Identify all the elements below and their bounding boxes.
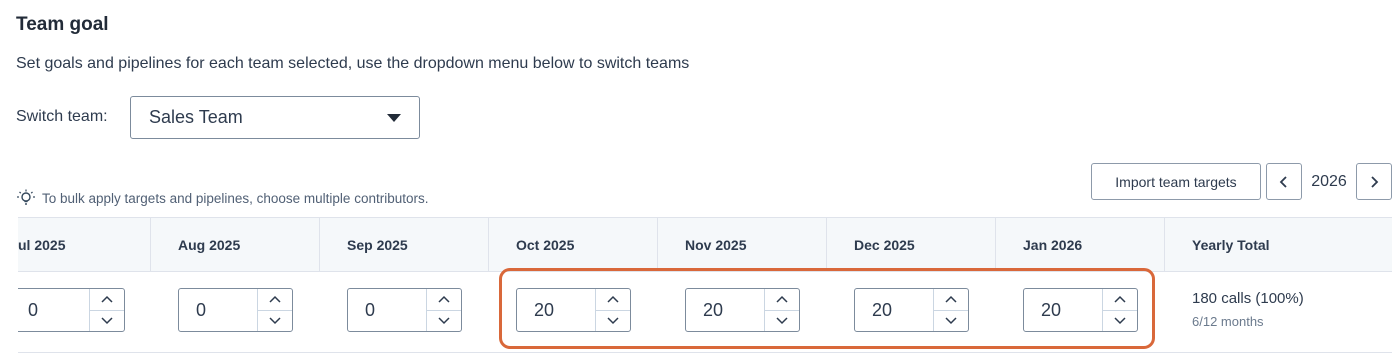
month-target-input[interactable]: 20 [1024, 289, 1102, 331]
column-header: Dec 2025 [827, 218, 996, 271]
decrement-button[interactable] [427, 309, 461, 332]
next-year-button[interactable] [1356, 163, 1392, 200]
month-target-stepper[interactable]: 0 [347, 288, 462, 332]
chevron-right-icon [1371, 175, 1379, 188]
chevron-down-icon [776, 317, 788, 324]
chevron-down-icon [101, 317, 113, 324]
stepper-arrows [933, 289, 968, 331]
increment-button[interactable] [1103, 289, 1137, 310]
page-subtitle: Set goals and pipelines for each team se… [16, 55, 690, 72]
month-target-stepper[interactable]: 20 [516, 288, 631, 332]
stepper-arrows [426, 289, 461, 331]
table-header-row: ul 2025 Aug 2025 Sep 2025 Oct 2025 Nov 2… [18, 218, 1392, 272]
chevron-up-icon [269, 296, 281, 303]
chevron-down-icon [607, 317, 619, 324]
column-header: Sep 2025 [320, 218, 489, 271]
yearly-total-months: 6/12 months [1192, 314, 1264, 329]
increment-button[interactable] [90, 289, 124, 310]
caret-down-icon [387, 113, 401, 122]
increment-button[interactable] [934, 289, 968, 310]
year-label: 2026 [1311, 172, 1347, 190]
goals-table: ul 2025 Aug 2025 Sep 2025 Oct 2025 Nov 2… [18, 217, 1392, 353]
month-target-input[interactable]: 20 [686, 289, 764, 331]
chevron-down-icon [945, 317, 957, 324]
month-target-input[interactable]: 0 [179, 289, 257, 331]
stepper-arrows [764, 289, 799, 331]
month-target-input[interactable]: 0 [348, 289, 426, 331]
chevron-down-icon [1114, 317, 1126, 324]
chevron-down-icon [269, 317, 281, 324]
chevron-up-icon [101, 296, 113, 303]
previous-year-button[interactable] [1266, 163, 1302, 200]
stepper-arrows [257, 289, 292, 331]
increment-button[interactable] [765, 289, 799, 310]
decrement-button[interactable] [90, 309, 124, 332]
column-header: Nov 2025 [658, 218, 827, 271]
increment-button[interactable] [258, 289, 292, 310]
month-target-stepper[interactable]: 20 [854, 288, 969, 332]
stepper-arrows [89, 289, 124, 331]
chevron-up-icon [945, 296, 957, 303]
month-target-stepper[interactable]: 0 [178, 288, 293, 332]
increment-button[interactable] [427, 289, 461, 310]
decrement-button[interactable] [258, 309, 292, 332]
decrement-button[interactable] [1103, 309, 1137, 332]
month-target-input[interactable]: 0 [18, 289, 89, 331]
chevron-up-icon [776, 296, 788, 303]
column-header: Jan 2026 [996, 218, 1165, 271]
column-header: Aug 2025 [151, 218, 320, 271]
table-row: 0 0 0 20 20 20 20 180 calls (100%) 6/12 … [18, 272, 1392, 352]
stepper-arrows [1102, 289, 1137, 331]
hint-text: To bulk apply targets and pipelines, cho… [42, 190, 429, 206]
chevron-up-icon [1114, 296, 1126, 303]
decrement-button[interactable] [596, 309, 630, 332]
yearly-total-cell: 180 calls (100%) 6/12 months [1165, 272, 1392, 352]
chevron-up-icon [607, 296, 619, 303]
chevron-up-icon [438, 296, 450, 303]
column-header: Yearly Total [1192, 236, 1270, 253]
lightbulb-icon [17, 189, 35, 205]
column-header: ul 2025 [18, 218, 151, 271]
team-dropdown-value: Sales Team [149, 107, 243, 127]
column-header: Oct 2025 [489, 218, 658, 271]
bulk-apply-hint: To bulk apply targets and pipelines, cho… [16, 189, 428, 207]
increment-button[interactable] [596, 289, 630, 310]
chevron-left-icon [1279, 175, 1287, 188]
month-target-stepper[interactable]: 20 [685, 288, 800, 332]
month-target-stepper[interactable]: 20 [1023, 288, 1138, 332]
decrement-button[interactable] [765, 309, 799, 332]
decrement-button[interactable] [934, 309, 968, 332]
team-dropdown[interactable]: Sales Team [130, 96, 420, 139]
page-title: Team goal [16, 14, 109, 35]
stepper-arrows [595, 289, 630, 331]
switch-team-label: Switch team: [16, 108, 108, 125]
chevron-down-icon [438, 317, 450, 324]
import-team-targets-button[interactable]: Import team targets [1091, 163, 1261, 200]
month-target-stepper[interactable]: 0 [18, 288, 125, 332]
month-target-input[interactable]: 20 [855, 289, 933, 331]
month-target-input[interactable]: 20 [517, 289, 595, 331]
yearly-total-value: 180 calls (100%) [1192, 290, 1304, 307]
